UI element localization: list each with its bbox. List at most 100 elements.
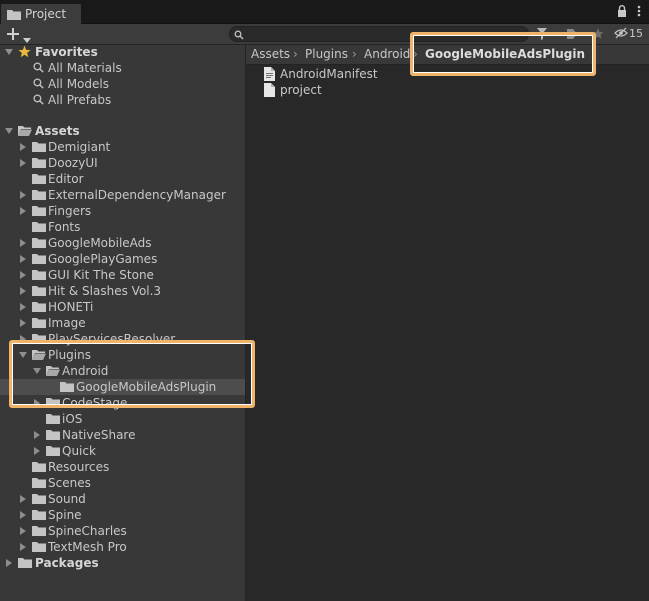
expand-arrow-icon[interactable]: [6, 559, 12, 567]
breadcrumb-separator-icon: ›: [413, 47, 418, 61]
expand-arrow-icon[interactable]: [20, 319, 26, 327]
expand-arrow-icon[interactable]: [20, 255, 26, 263]
breadcrumb-separator-icon: ›: [293, 47, 298, 61]
tree-label: GoogleMobileAdsPlugin: [76, 380, 217, 394]
expand-arrow-icon[interactable]: [19, 352, 27, 358]
tree-row-nativeshare[interactable]: NativeShare: [0, 427, 245, 443]
tree-row-resources[interactable]: Resources: [0, 459, 245, 475]
tree-row-codestage[interactable]: CodeStage: [0, 395, 245, 411]
breadcrumb-assets[interactable]: Assets: [251, 47, 290, 61]
tree-label: Fonts: [48, 220, 81, 234]
tree-row-quick[interactable]: Quick: [0, 443, 245, 459]
tree-row-playservicesresolver[interactable]: PlayServicesResolver: [0, 331, 245, 347]
search-icon: [33, 94, 44, 108]
tree-row-googlemobileads[interactable]: GoogleMobileAds: [0, 235, 245, 251]
tree-row-editor[interactable]: Editor: [0, 171, 245, 187]
folder-icon: [46, 445, 60, 459]
breadcrumb-plugins[interactable]: Plugins: [305, 47, 348, 61]
tree-label: Android: [62, 364, 109, 378]
expand-arrow-icon[interactable]: [5, 128, 13, 134]
star-icon: [18, 45, 31, 61]
folder-icon: [46, 429, 60, 443]
tree-label: DoozyUI: [48, 156, 98, 170]
expand-arrow-icon[interactable]: [33, 368, 41, 374]
expand-arrow-icon[interactable]: [20, 495, 26, 503]
tree-row-favorites[interactable]: Favorites: [0, 45, 245, 60]
search-field[interactable]: [229, 26, 529, 42]
chevron-down-icon[interactable]: [23, 32, 31, 46]
tree-row-textmesh-pro[interactable]: TextMesh Pro: [0, 539, 245, 555]
tree-label: GUI Kit The Stone: [48, 268, 154, 282]
filter-by-label-icon[interactable]: [566, 27, 578, 44]
folder-icon: [18, 557, 32, 571]
tree-label: GooglePlayGames: [48, 252, 158, 266]
tree-label: All Materials: [48, 61, 122, 75]
expand-arrow-icon[interactable]: [20, 287, 26, 295]
tree-label: Assets: [35, 124, 80, 138]
expand-arrow-icon[interactable]: [20, 191, 26, 199]
filter-by-type-icon[interactable]: [536, 27, 548, 44]
tree-row-fingers[interactable]: Fingers: [0, 203, 245, 219]
breadcrumb-android[interactable]: Android: [364, 47, 410, 61]
folder-tree-panel[interactable]: Favorites All Materials All Models All P…: [0, 45, 245, 601]
tree-row-googlemobileadsplugin[interactable]: GoogleMobileAdsPlugin: [0, 379, 245, 395]
folder-icon: [46, 397, 60, 411]
tree-row-packages[interactable]: Packages: [0, 555, 245, 571]
tree-row-spine[interactable]: Spine: [0, 507, 245, 523]
search-icon: [33, 78, 44, 92]
tree-label: All Prefabs: [48, 93, 112, 107]
expand-arrow-icon[interactable]: [20, 271, 26, 279]
create-plus-icon[interactable]: [6, 27, 20, 44]
tree-label: Hit & Slashes Vol.3: [48, 284, 162, 298]
expand-arrow-icon[interactable]: [20, 207, 26, 215]
tab-project[interactable]: Project: [0, 3, 82, 24]
tree-row-spinecharles[interactable]: SpineCharles: [0, 523, 245, 539]
folder-icon: [32, 525, 46, 539]
tree-row-externaldependencymanager[interactable]: ExternalDependencyManager: [0, 187, 245, 203]
folder-icon: [32, 301, 46, 315]
expand-arrow-icon[interactable]: [34, 399, 40, 407]
tree-row-sound[interactable]: Sound: [0, 491, 245, 507]
breadcrumb-googlemobileadsplugin[interactable]: GoogleMobileAdsPlugin: [425, 47, 585, 61]
tree-row-doozyui[interactable]: DoozyUI: [0, 155, 245, 171]
tree-row-image[interactable]: Image: [0, 315, 245, 331]
expand-arrow-icon[interactable]: [20, 543, 26, 551]
asset-label: AndroidManifest: [280, 67, 378, 81]
expand-arrow-icon[interactable]: [34, 447, 40, 455]
tree-label: HONETi: [48, 300, 94, 314]
expand-arrow-icon[interactable]: [20, 239, 26, 247]
expand-arrow-icon[interactable]: [20, 143, 26, 151]
tree-row-ios[interactable]: iOS: [0, 411, 245, 427]
tree-label: ExternalDependencyManager: [48, 188, 226, 202]
tree-row-hit-slashes[interactable]: Hit & Slashes Vol.3: [0, 283, 245, 299]
favorite-star-icon[interactable]: [592, 27, 604, 44]
more-options-icon[interactable]: [637, 5, 641, 20]
tree-row-honeti[interactable]: HONETi: [0, 299, 245, 315]
tree-row-scenes[interactable]: Scenes: [0, 475, 245, 491]
search-input[interactable]: [248, 27, 524, 41]
tree-row-googleplaygames[interactable]: GooglePlayGames: [0, 251, 245, 267]
favorite-item[interactable]: All Models: [0, 76, 245, 92]
favorite-item[interactable]: All Prefabs: [0, 92, 245, 108]
expand-arrow-icon[interactable]: [20, 335, 26, 343]
tree-label: All Models: [48, 77, 109, 91]
tree-row-android[interactable]: Android: [0, 363, 245, 379]
favorite-item[interactable]: All Materials: [0, 60, 245, 76]
tree-row-assets[interactable]: Assets: [0, 123, 245, 139]
expand-arrow-icon[interactable]: [5, 49, 13, 55]
lock-icon[interactable]: [617, 5, 627, 20]
expand-arrow-icon[interactable]: [20, 527, 26, 535]
tree-row-demigiant[interactable]: Demigiant: [0, 139, 245, 155]
tree-label: CodeStage: [62, 396, 128, 410]
tree-label: SpineCharles: [48, 524, 127, 538]
expand-arrow-icon[interactable]: [20, 303, 26, 311]
tree-row-fonts[interactable]: Fonts: [0, 219, 245, 235]
folder-contents-panel[interactable]: Assets › Plugins › Android › GoogleMobil…: [246, 45, 649, 601]
expand-arrow-icon[interactable]: [20, 511, 26, 519]
expand-arrow-icon[interactable]: [20, 159, 26, 167]
hidden-packages-eye-icon[interactable]: [614, 27, 628, 42]
folder-icon: [32, 173, 46, 187]
tree-row-plugins[interactable]: Plugins: [0, 347, 245, 363]
expand-arrow-icon[interactable]: [34, 431, 40, 439]
tree-row-gui-kit-the-stone[interactable]: GUI Kit The Stone: [0, 267, 245, 283]
